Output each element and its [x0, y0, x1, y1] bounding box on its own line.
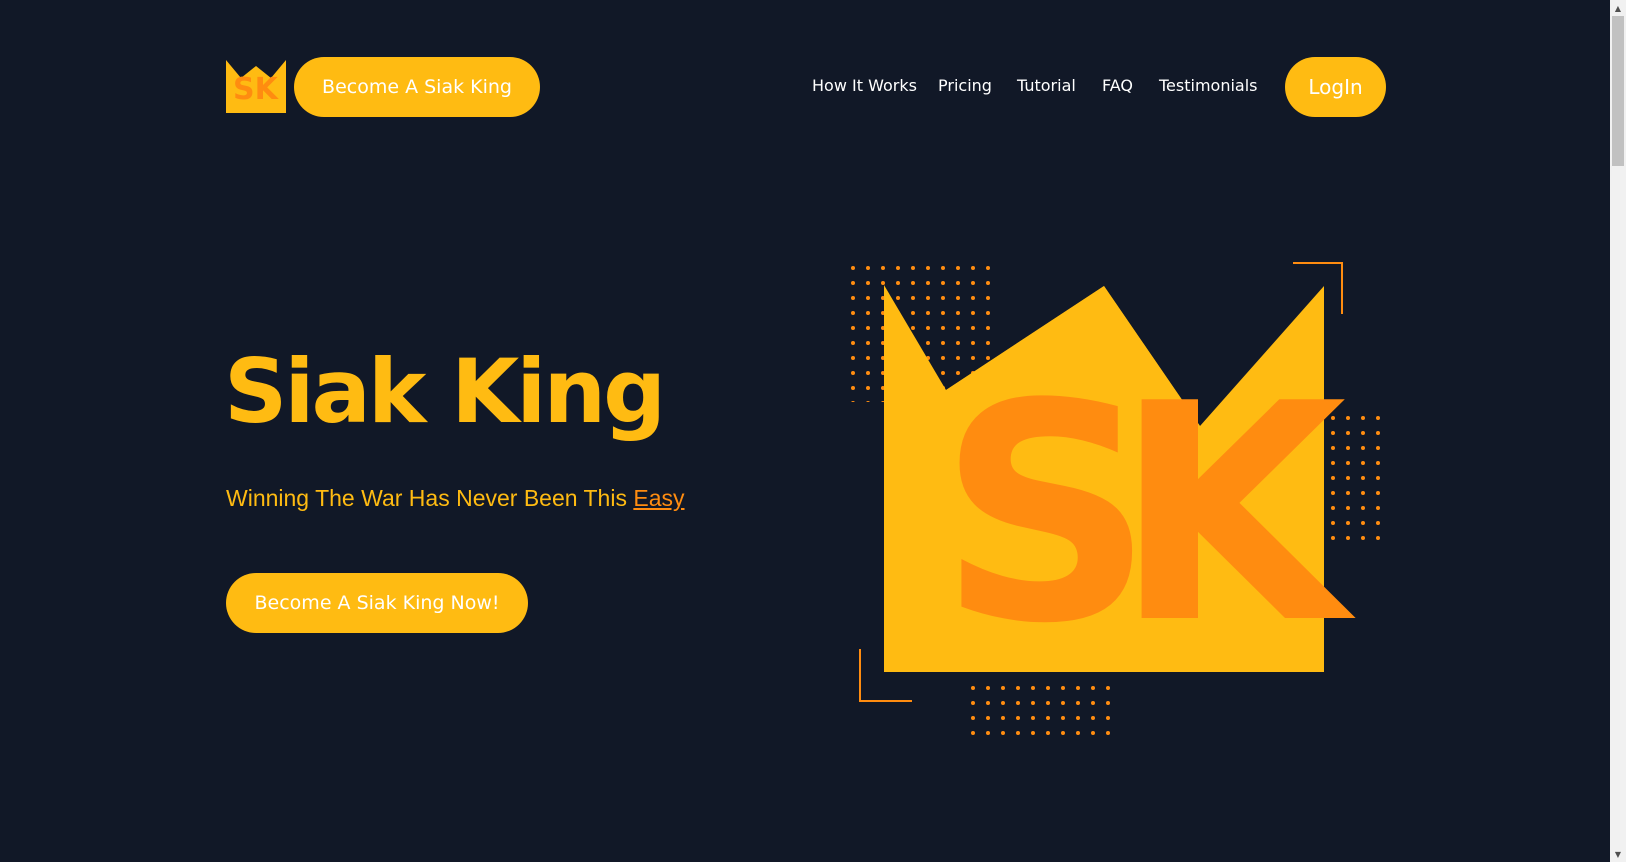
login-button[interactable]: LogIn [1285, 57, 1386, 117]
scrollbar-thumb[interactable] [1612, 16, 1624, 166]
svg-text:SK: SK [233, 72, 280, 107]
hero-subtitle-text: Winning The War Has Never Been This [226, 485, 634, 511]
hero-subtitle-easy-link[interactable]: Easy [633, 485, 684, 511]
nav-pricing[interactable]: Pricing [938, 76, 992, 95]
nav-tutorial[interactable]: Tutorial [1017, 76, 1076, 95]
nav-faq[interactable]: FAQ [1102, 76, 1133, 95]
page: SK Become A Siak King How It Works Prici… [0, 0, 1610, 862]
site-logo[interactable]: SK [226, 60, 286, 113]
hero-crown-illustration: SK [850, 250, 1398, 736]
vertical-scrollbar[interactable]: ▲ ▼ [1610, 0, 1626, 862]
hero-subtitle: Winning The War Has Never Been This Easy [226, 485, 685, 512]
triangle-up-icon[interactable]: ▲ [1610, 0, 1626, 16]
nav-testimonials[interactable]: Testimonials [1159, 76, 1258, 95]
dot-grid-right [1324, 407, 1386, 549]
become-king-now-button[interactable]: Become A Siak King Now! [226, 573, 528, 633]
triangle-down-icon[interactable]: ▼ [1610, 846, 1626, 862]
nav-how-it-works[interactable]: How It Works [812, 76, 917, 95]
crown-letters: SK [938, 340, 1358, 689]
become-king-button[interactable]: Become A Siak King [294, 57, 540, 117]
hero-title: Siak King [224, 340, 666, 443]
